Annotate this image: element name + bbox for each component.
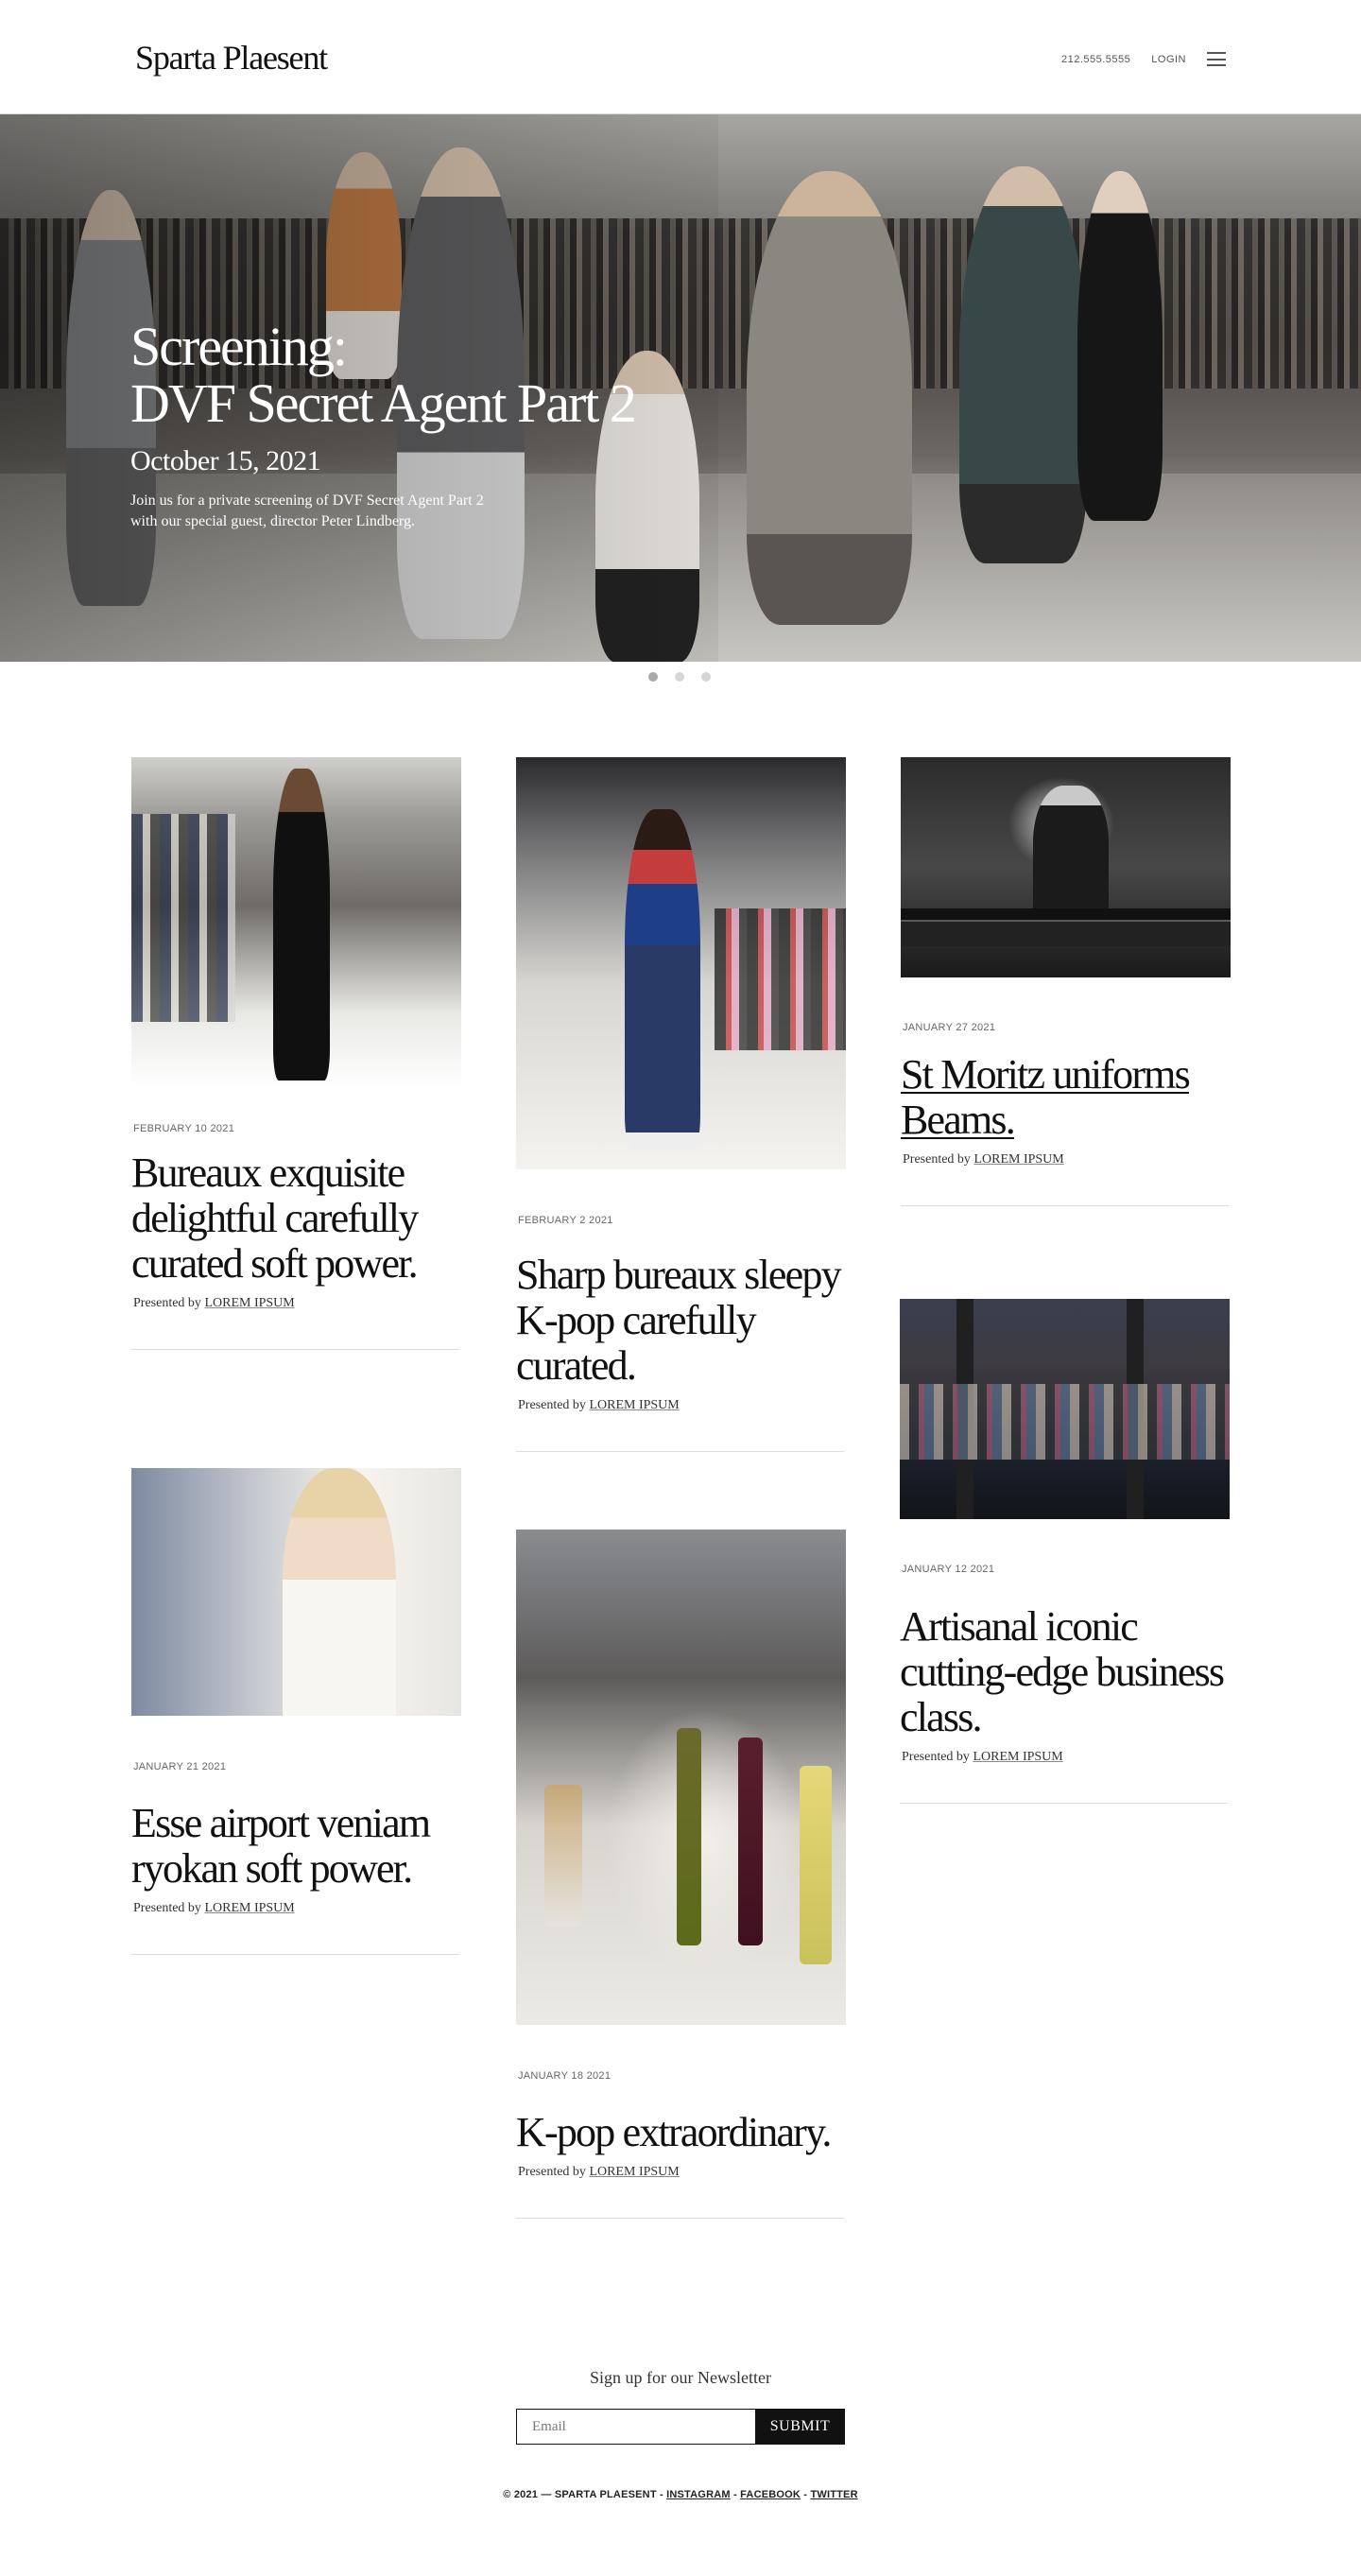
- hero-image-model: [1077, 171, 1163, 521]
- event-image[interactable]: [516, 757, 846, 1169]
- phone-link[interactable]: 212.555.5555: [1061, 54, 1130, 65]
- hero-date: October 15, 2021: [130, 445, 321, 476]
- hero-description: Join us for a private screening of DVF S…: [130, 493, 484, 529]
- event-date: FEBRUARY 2 2021: [518, 1215, 613, 1226]
- event-image-bottle: [738, 1738, 763, 1945]
- card-divider: [131, 1954, 459, 1955]
- sponsor-link[interactable]: LOREM IPSUM: [204, 1296, 294, 1310]
- sponsor-link[interactable]: LOREM IPSUM: [973, 1750, 1062, 1764]
- submit-button[interactable]: SUBMIT: [755, 2409, 845, 2445]
- slider-pagination: [648, 672, 711, 682]
- event-card: JANUARY 21 2021 Esse airport veniam ryok…: [131, 1468, 461, 1955]
- event-image-audience: [715, 908, 846, 1050]
- newsletter-label: Sign up for our Newsletter: [590, 2368, 771, 2387]
- card-divider: [131, 1349, 459, 1350]
- event-image-model: [625, 809, 700, 1150]
- event-title[interactable]: St Moritz uniforms Beams.: [901, 1052, 1231, 1143]
- card-divider: [516, 1451, 844, 1452]
- event-presenter: Presented by LOREM IPSUM: [133, 1296, 295, 1310]
- footer-copyright: © 2021 — SPARTA PLAESENT -: [503, 2489, 667, 2500]
- slider-dot-3[interactable]: [701, 672, 711, 682]
- instagram-link[interactable]: INSTAGRAM: [666, 2489, 731, 2500]
- event-date: JANUARY 12 2021: [902, 1564, 995, 1575]
- event-date: JANUARY 27 2021: [903, 1022, 996, 1033]
- event-presenter: Presented by LOREM IPSUM: [518, 1398, 680, 1412]
- sponsor-link[interactable]: LOREM IPSUM: [973, 1152, 1063, 1167]
- event-card: FEBRUARY 10 2021 Bureaux exquisite delig…: [131, 757, 461, 1350]
- event-card: JANUARY 18 2021 K-pop extraordinary. Pre…: [516, 1530, 846, 2219]
- event-card: JANUARY 12 2021 Artisanal iconic cutting…: [900, 1299, 1230, 1804]
- event-image-audience: [131, 814, 235, 1022]
- hero-image-model: [959, 166, 1087, 563]
- event-card: JANUARY 27 2021 St Moritz uniforms Beams…: [901, 757, 1231, 1206]
- newsletter-form: SUBMIT: [516, 2409, 845, 2445]
- event-image-glass: [544, 1785, 582, 1927]
- hamburger-menu-icon[interactable]: [1207, 52, 1226, 66]
- event-card: FEBRUARY 2 2021 Sharp bureaux sleepy K-p…: [516, 757, 846, 1452]
- event-image-bottle: [677, 1728, 701, 1945]
- slider-dot-1[interactable]: [648, 672, 658, 682]
- site-footer: © 2021 — SPARTA PLAESENT - INSTAGRAM - F…: [503, 2489, 858, 2500]
- event-image[interactable]: [900, 1299, 1230, 1519]
- event-title[interactable]: Artisanal iconic cutting-edge business c…: [900, 1604, 1230, 1740]
- event-image[interactable]: [901, 757, 1231, 977]
- hero-title-line2[interactable]: DVF Secret Agent Part 2: [130, 372, 637, 434]
- event-date: JANUARY 18 2021: [518, 2070, 612, 2082]
- facebook-link[interactable]: FACEBOOK: [740, 2489, 801, 2500]
- event-presenter: Presented by LOREM IPSUM: [133, 1901, 295, 1915]
- event-image[interactable]: [516, 1530, 846, 2025]
- event-image-figure: [1033, 786, 1109, 927]
- login-link[interactable]: LOGIN: [1151, 54, 1186, 65]
- event-image-crowd: [900, 1384, 1230, 1460]
- event-date: JANUARY 21 2021: [133, 1761, 227, 1772]
- event-image-portrait: [283, 1468, 396, 1716]
- sponsor-link[interactable]: LOREM IPSUM: [204, 1901, 294, 1915]
- slider-dot-2[interactable]: [675, 672, 684, 682]
- hero-slider[interactable]: Screening: DVF Secret Agent Part 2 Octob…: [0, 114, 1361, 662]
- event-image-bottle: [800, 1766, 832, 1964]
- event-date: FEBRUARY 10 2021: [133, 1123, 235, 1134]
- hero-image-model: [747, 171, 912, 625]
- event-image[interactable]: [131, 1468, 461, 1716]
- event-presenter: Presented by LOREM IPSUM: [518, 2165, 680, 2179]
- event-image-model: [273, 769, 330, 1081]
- event-title[interactable]: K-pop extraordinary.: [516, 2110, 846, 2155]
- event-title[interactable]: Bureaux exquisite delightful carefully c…: [131, 1150, 461, 1287]
- event-presenter: Presented by LOREM IPSUM: [903, 1152, 1064, 1167]
- site-header: Sparta Plaesent 212.555.5555 LOGIN: [0, 0, 1361, 114]
- event-title[interactable]: Sharp bureaux sleepy K-pop carefully cur…: [516, 1253, 846, 1389]
- newsletter-signup: Sign up for our Newsletter SUBMIT: [516, 2368, 845, 2445]
- sponsor-link[interactable]: LOREM IPSUM: [589, 1398, 679, 1412]
- email-field[interactable]: [516, 2409, 755, 2445]
- card-divider: [901, 1205, 1229, 1206]
- event-image-ring: [901, 908, 1231, 946]
- card-divider: [516, 2218, 844, 2219]
- header-nav: 212.555.5555 LOGIN: [1061, 52, 1226, 66]
- hero-title[interactable]: Screening: DVF Secret Agent Part 2: [130, 316, 637, 434]
- event-title[interactable]: Esse airport veniam ryokan soft power.: [131, 1801, 461, 1892]
- hero-title-line1[interactable]: Screening:: [130, 316, 348, 377]
- sponsor-link[interactable]: LOREM IPSUM: [589, 2165, 679, 2179]
- event-image[interactable]: [131, 757, 461, 1087]
- site-logo[interactable]: Sparta Plaesent: [135, 38, 328, 78]
- twitter-link[interactable]: TWITTER: [810, 2489, 857, 2500]
- event-presenter: Presented by LOREM IPSUM: [902, 1750, 1063, 1764]
- hero-caption: Screening: DVF Secret Agent Part 2 Octob…: [130, 316, 637, 532]
- card-divider: [900, 1803, 1228, 1804]
